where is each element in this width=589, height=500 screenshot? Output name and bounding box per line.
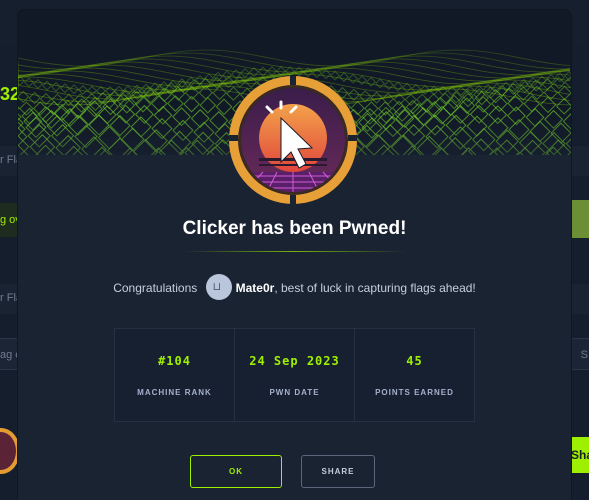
pwn-date-label: PWN DATE <box>269 388 320 397</box>
stat-pwn-date: 24 Sep 2023 PWN DATE <box>235 329 355 421</box>
stat-machine-rank: #104 MACHINE RANK <box>115 329 235 421</box>
machine-rank-label: MACHINE RANK <box>137 388 212 397</box>
pwned-modal: Clicker has been Pwned! Congratulations … <box>18 10 571 500</box>
congrats-message: Congratulations ⊔ Mate0r, best of luck in… <box>18 274 571 300</box>
user-avatar[interactable]: ⊔ <box>205 274 232 300</box>
modal-title: Clicker has been Pwned! <box>182 218 407 239</box>
machine-rank-value: #104 <box>158 354 191 368</box>
bg-fragment-6: S <box>580 349 588 361</box>
machine-logo <box>229 76 357 204</box>
bg-machine-avatar <box>0 428 20 474</box>
congrats-prefix: Congratulations <box>113 281 198 296</box>
ok-button[interactable]: OK <box>190 455 282 488</box>
congrats-suffix: , best of luck in capturing flags ahead! <box>274 281 476 296</box>
stats-panel: #104 MACHINE RANK 24 Sep 2023 PWN DATE 4… <box>114 328 475 422</box>
pwn-date-value: 24 Sep 2023 <box>249 354 340 368</box>
cursor-click-icon <box>241 88 345 192</box>
username[interactable]: Mate0r <box>236 281 275 295</box>
stat-points-earned: 45 POINTS EARNED <box>355 329 474 421</box>
points-earned-label: POINTS EARNED <box>375 388 454 397</box>
share-button[interactable]: SHARE <box>301 455 375 488</box>
avatar-glyph-icon: ⊔ <box>212 280 222 293</box>
points-earned-value: 45 <box>406 354 423 368</box>
title-divider <box>184 251 406 252</box>
bg-share-button[interactable]: Sha <box>569 437 589 473</box>
